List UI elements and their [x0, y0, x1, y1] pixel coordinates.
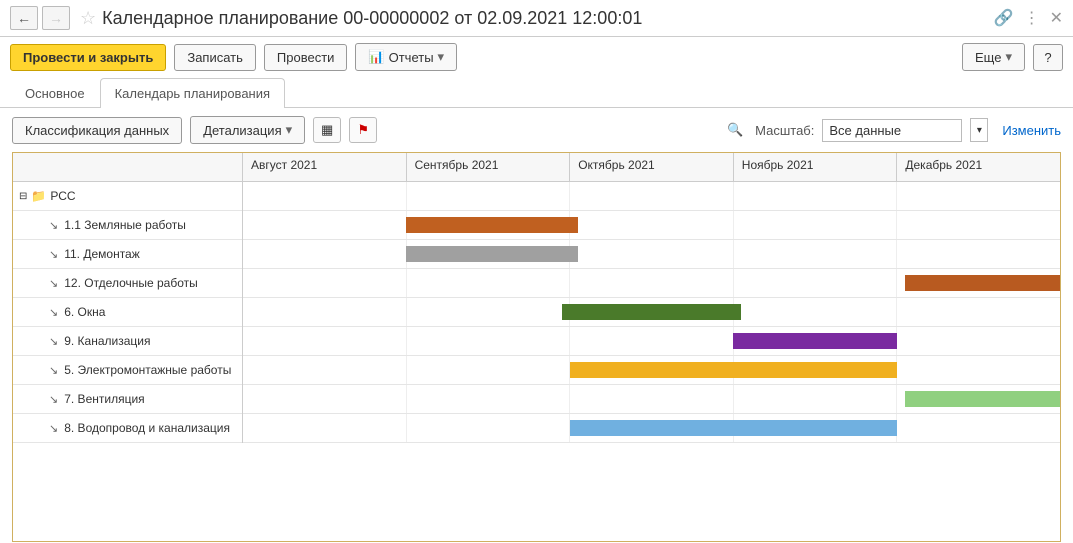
task-icon: ↘ — [49, 335, 58, 348]
main-toolbar: Провести и закрыть Записать Провести 📊 О… — [0, 37, 1073, 77]
post-and-close-button[interactable]: Провести и закрыть — [10, 44, 166, 71]
titlebar: ← → ☆ Календарное планирование 00-000000… — [0, 0, 1073, 37]
gantt-bar[interactable] — [905, 391, 1061, 407]
tab-bar: Основное Календарь планирования — [0, 77, 1073, 108]
flag-icon[interactable]: ⚑ — [349, 117, 377, 143]
gantt-timeline[interactable] — [243, 182, 1060, 443]
timeline-row — [243, 211, 1060, 240]
favorite-star-icon[interactable]: ☆ — [80, 8, 96, 29]
gantt-bar[interactable] — [406, 217, 578, 233]
tab-calendar[interactable]: Календарь планирования — [100, 78, 285, 108]
close-icon[interactable]: ✕ — [1050, 8, 1063, 28]
save-button[interactable]: Записать — [174, 44, 256, 71]
timeline-row — [243, 240, 1060, 269]
task-row[interactable]: ↘6. Окна — [13, 298, 242, 327]
gantt-bar[interactable] — [562, 304, 742, 320]
sub-toolbar: Классификация данных Детализация ▦ ⚑ 🔍 М… — [0, 108, 1073, 152]
post-button[interactable]: Провести — [264, 44, 348, 71]
gantt-tree-header — [13, 153, 243, 181]
timeline-row — [243, 356, 1060, 385]
menu-dots-icon[interactable]: ⋮ — [1024, 8, 1040, 28]
scale-label: Масштаб: — [755, 123, 814, 138]
task-row[interactable]: ↘11. Демонтаж — [13, 240, 242, 269]
scale-select[interactable]: Все данные — [822, 119, 962, 142]
task-row[interactable]: ↘1.1 Земляные работы — [13, 211, 242, 240]
timeline-row — [243, 385, 1060, 414]
scale-dropdown-icon[interactable]: ▾ — [970, 118, 988, 142]
gantt-bar[interactable] — [733, 333, 896, 349]
task-icon: ↘ — [49, 248, 58, 261]
task-icon: ↘ — [49, 306, 58, 319]
folder-icon: 📁 — [31, 189, 46, 203]
gantt-timeline-header: Август 2021 Сентябрь 2021 Октябрь 2021 Н… — [243, 153, 1060, 181]
task-icon: ↘ — [49, 277, 58, 290]
timeline-row — [243, 414, 1060, 443]
gantt-bar[interactable] — [905, 275, 1061, 291]
task-row[interactable]: ↘8. Водопровод и канализация — [13, 414, 242, 443]
month-header: Декабрь 2021 — [897, 153, 1060, 181]
task-row[interactable]: ↘7. Вентиляция — [13, 385, 242, 414]
help-button[interactable]: ? — [1033, 44, 1063, 71]
more-button[interactable]: Еще — [962, 43, 1025, 71]
classification-button[interactable]: Классификация данных — [12, 117, 182, 144]
timeline-row — [243, 298, 1060, 327]
grid-view-icon[interactable]: ▦ — [313, 117, 341, 143]
task-row[interactable]: ↘12. Отделочные работы — [13, 269, 242, 298]
month-header: Октябрь 2021 — [570, 153, 734, 181]
window-title: Календарное планирование 00-00000002 от … — [102, 8, 994, 29]
timeline-row — [243, 269, 1060, 298]
gantt-task-tree: ⊟ 📁 РСС ↘1.1 Земляные работы ↘11. Демонт… — [13, 182, 243, 443]
task-row[interactable]: ↘5. Электромонтажные работы — [13, 356, 242, 385]
edit-link[interactable]: Изменить — [1002, 123, 1061, 138]
tab-main[interactable]: Основное — [10, 78, 100, 108]
search-icon[interactable]: 🔍 — [727, 122, 743, 138]
forward-button[interactable]: → — [42, 6, 70, 30]
gantt-bar[interactable] — [570, 362, 897, 378]
month-header: Ноябрь 2021 — [734, 153, 898, 181]
month-header: Август 2021 — [243, 153, 407, 181]
month-header: Сентябрь 2021 — [407, 153, 571, 181]
timeline-row — [243, 182, 1060, 211]
detail-button[interactable]: Детализация — [190, 116, 305, 144]
timeline-row — [243, 327, 1060, 356]
task-icon: ↘ — [49, 422, 58, 435]
task-group-row[interactable]: ⊟ 📁 РСС — [13, 182, 242, 211]
gantt-bar[interactable] — [406, 246, 578, 262]
task-icon: ↘ — [49, 364, 58, 377]
collapse-icon[interactable]: ⊟ — [19, 191, 27, 202]
task-row[interactable]: ↘9. Канализация — [13, 327, 242, 356]
reports-button[interactable]: 📊 Отчеты — [355, 43, 457, 71]
report-icon: 📊 — [368, 49, 384, 65]
task-icon: ↘ — [49, 393, 58, 406]
link-icon[interactable]: 🔗 — [994, 8, 1014, 28]
gantt-bar[interactable] — [570, 420, 897, 436]
task-icon: ↘ — [49, 219, 58, 232]
back-button[interactable]: ← — [10, 6, 38, 30]
gantt-chart: Август 2021 Сентябрь 2021 Октябрь 2021 Н… — [12, 152, 1061, 542]
